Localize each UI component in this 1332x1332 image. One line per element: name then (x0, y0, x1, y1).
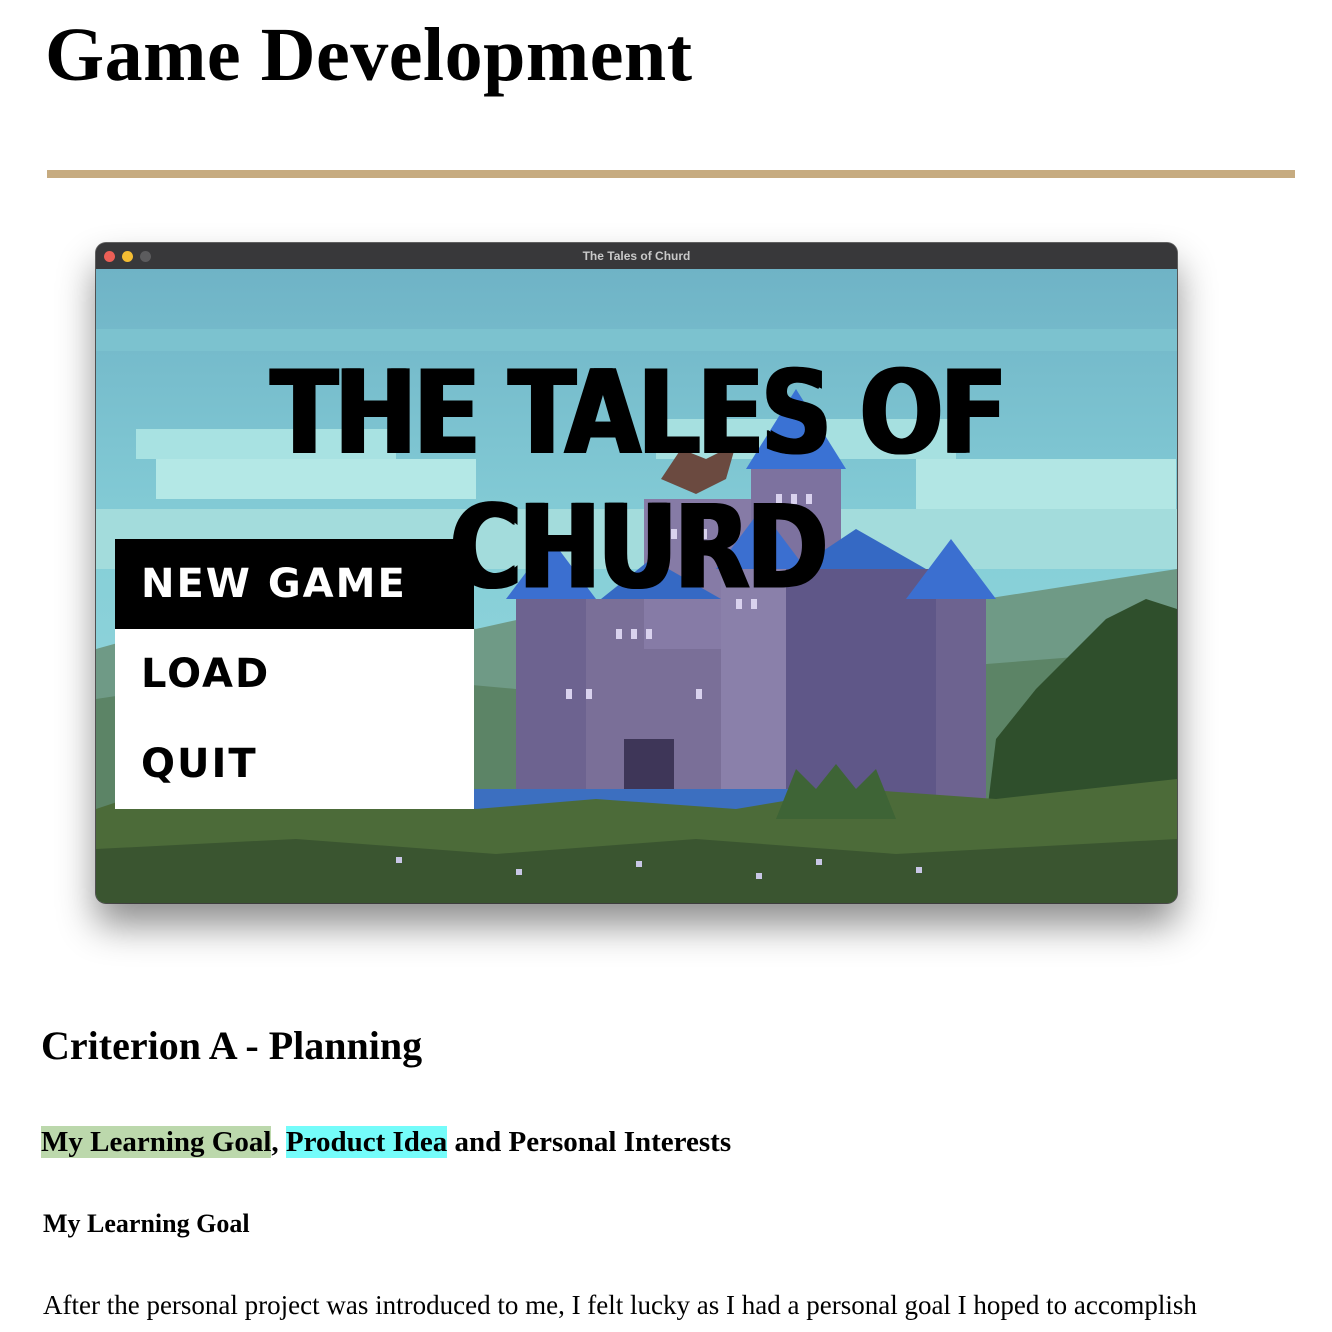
section-subheading: My Learning Goal, Product Idea and Perso… (41, 1122, 731, 1162)
title-divider (47, 170, 1295, 178)
menu-quit[interactable]: QUIT (115, 719, 474, 809)
window-title: The Tales of Churd (582, 249, 691, 263)
game-title-screen: THE TALES OF CHURD NEW GAME LOAD QUIT (96, 269, 1177, 903)
page-title: Game Development (45, 13, 693, 97)
window-titlebar: The Tales of Churd (96, 243, 1177, 270)
subheading-rest: and Personal Interests (447, 1126, 732, 1158)
menu-new-game[interactable]: NEW GAME (115, 539, 474, 629)
section-title: Criterion A - Planning (41, 1023, 423, 1068)
highlight-learning-goal: My Learning Goal (41, 1126, 272, 1158)
game-window-screenshot: The Tales of Churd THE TALES OF CHURD NE… (96, 243, 1177, 903)
learning-goal-heading: My Learning Goal (43, 1209, 250, 1238)
main-menu: NEW GAME LOAD QUIT (115, 539, 474, 809)
subheading-separator: , (271, 1126, 286, 1158)
menu-load[interactable]: LOAD (115, 629, 474, 719)
body-paragraph: After the personal project was introduce… (43, 1290, 1197, 1320)
highlight-product-idea: Product Idea (285, 1126, 448, 1158)
